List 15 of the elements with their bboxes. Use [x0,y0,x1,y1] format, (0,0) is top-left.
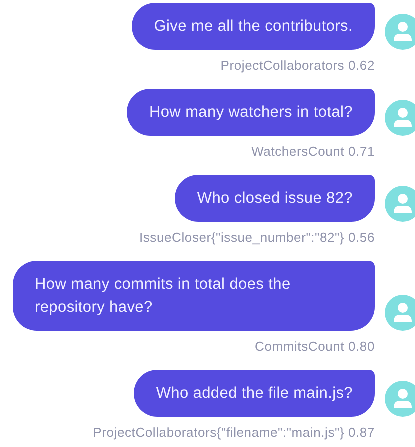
message-bubble: Who closed issue 82? [175,175,375,222]
message-bubble: Who added the file main.js? [134,370,375,417]
user-avatar-icon [385,381,415,417]
user-avatar-icon [385,186,415,222]
message-bubble: How many commits in total does the repository have? [13,261,375,331]
message-bubble: Give me all the contributors. [132,3,375,50]
message-bubble: How many watchers in total? [127,89,375,136]
user-avatar-icon [385,100,415,136]
intent-score-label: CommitsCount 0.80 [255,339,375,354]
intent-score-label: ProjectCollaborators 0.62 [220,58,375,73]
intent-score-label: ProjectCollaborators{"filename":"main.js"} 0.87 [93,425,375,440]
intent-score-label: WatchersCount 0.71 [252,144,375,159]
intent-score-label: IssueCloser{"issue_number":"82"} 0.56 [139,230,375,245]
user-avatar-icon [385,14,415,50]
user-avatar-icon [385,295,415,331]
